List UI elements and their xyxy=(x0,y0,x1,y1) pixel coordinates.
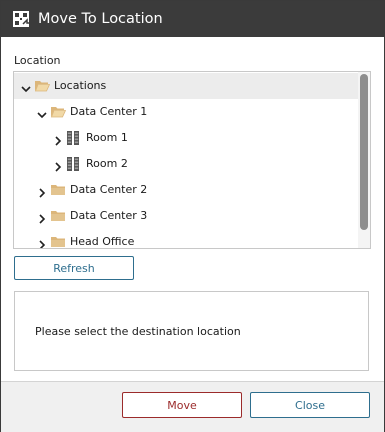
dialog-title: Move To Location xyxy=(38,11,163,27)
refresh-button[interactable]: Refresh xyxy=(14,256,134,280)
folder-open-icon xyxy=(34,78,51,94)
folder-icon xyxy=(50,182,66,198)
chevron-right-icon[interactable] xyxy=(36,184,48,198)
title-bar: Move To Location xyxy=(1,1,384,37)
folder-open-icon xyxy=(50,104,67,120)
server-rack-icon xyxy=(66,156,82,172)
message-box: Please select the destination location xyxy=(14,291,369,371)
tree-item[interactable]: Locations xyxy=(14,73,358,99)
tree-item-label: Room 2 xyxy=(86,157,128,170)
chevron-right-icon[interactable] xyxy=(52,158,64,172)
location-label: Location xyxy=(14,54,61,67)
server-rack-icon xyxy=(66,130,82,146)
tree-scrollbar[interactable] xyxy=(358,72,370,248)
chevron-down-icon[interactable] xyxy=(20,80,32,93)
close-button[interactable]: Close xyxy=(250,392,370,418)
dialog-footer: Move Close xyxy=(1,381,384,432)
tree-item[interactable]: Data Center 1 xyxy=(14,99,358,125)
tree-item-label: Data Center 3 xyxy=(70,209,148,222)
tree-item-label: Locations xyxy=(54,79,107,92)
tree-item[interactable]: Room 2 xyxy=(14,151,358,177)
chevron-right-icon[interactable] xyxy=(52,132,64,146)
scrollbar-thumb[interactable] xyxy=(360,74,368,230)
status-message: Please select the destination location xyxy=(35,325,241,338)
tree-item-label: Head Office xyxy=(70,235,135,248)
tree-item[interactable]: Room 1 xyxy=(14,125,358,151)
location-tree[interactable]: Locations Data Center 1 Room 1 Room 2 Data C… xyxy=(13,71,371,249)
tree-item[interactable]: Head Office xyxy=(14,229,358,248)
move-location-icon xyxy=(11,9,31,29)
tree-item-label: Room 1 xyxy=(86,131,128,144)
move-button[interactable]: Move xyxy=(122,392,242,418)
tree-item-label: Data Center 2 xyxy=(70,183,148,196)
tree-item[interactable]: Data Center 2 xyxy=(14,177,358,203)
tree-item[interactable]: Data Center 3 xyxy=(14,203,358,229)
chevron-down-icon[interactable] xyxy=(36,106,48,119)
chevron-right-icon[interactable] xyxy=(36,236,48,248)
move-to-location-dialog: Move To Location Location Locations Data … xyxy=(0,0,385,432)
chevron-right-icon[interactable] xyxy=(36,210,48,224)
folder-icon xyxy=(50,208,66,224)
tree-item-label: Data Center 1 xyxy=(70,105,148,118)
folder-icon xyxy=(50,234,66,248)
